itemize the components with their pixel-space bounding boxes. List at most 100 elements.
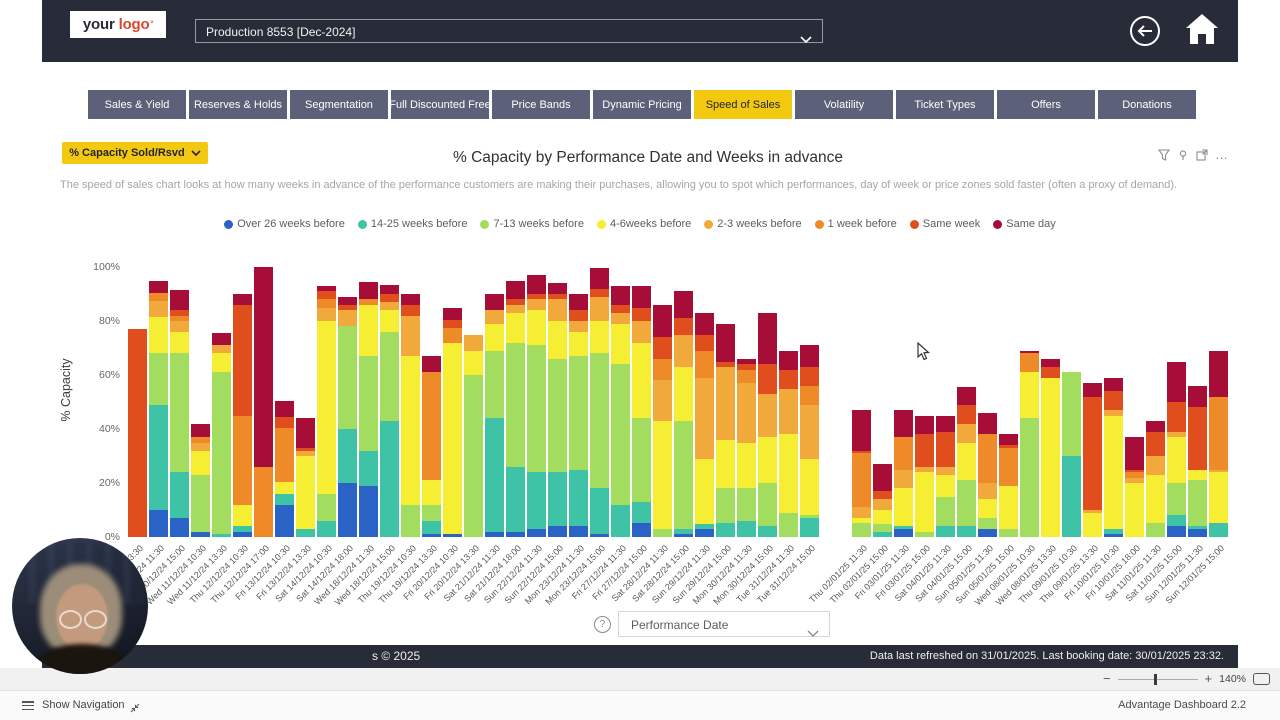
show-navigation-button[interactable]: Show Navigation bbox=[42, 699, 125, 711]
hamburger-menu-icon[interactable] bbox=[22, 701, 34, 710]
bar[interactable] bbox=[779, 351, 798, 537]
bar[interactable] bbox=[317, 286, 336, 537]
bar[interactable] bbox=[296, 418, 315, 537]
tab-segmentation[interactable]: Segmentation bbox=[290, 90, 388, 119]
bar[interactable] bbox=[873, 464, 892, 537]
back-button[interactable] bbox=[1130, 16, 1160, 46]
bar[interactable] bbox=[999, 434, 1018, 537]
bar[interactable] bbox=[1146, 421, 1165, 537]
bar[interactable] bbox=[380, 285, 399, 537]
tab-offers[interactable]: Offers bbox=[997, 90, 1095, 119]
bar[interactable] bbox=[128, 329, 147, 537]
bar[interactable] bbox=[149, 281, 168, 538]
bar[interactable] bbox=[1041, 359, 1060, 537]
bar-segment bbox=[170, 321, 189, 332]
legend-item[interactable]: 1 week before bbox=[815, 218, 897, 230]
bar[interactable] bbox=[894, 410, 913, 537]
bar-segment bbox=[1020, 353, 1039, 372]
bar[interactable] bbox=[590, 268, 609, 537]
bar-segment bbox=[758, 394, 777, 437]
bar[interactable] bbox=[852, 410, 871, 537]
bar[interactable] bbox=[359, 282, 378, 537]
fit-to-page-icon[interactable] bbox=[1253, 673, 1270, 685]
bar[interactable] bbox=[695, 313, 714, 537]
bar-segment bbox=[170, 332, 189, 354]
bar[interactable] bbox=[233, 294, 252, 537]
legend-item[interactable]: Same week bbox=[910, 218, 980, 230]
zoom-out-button[interactable]: − bbox=[1103, 674, 1111, 684]
bar[interactable] bbox=[978, 413, 997, 537]
bar-segment bbox=[737, 443, 756, 489]
bar[interactable] bbox=[1062, 372, 1081, 537]
production-dropdown[interactable]: Production 8553 [Dec-2024] bbox=[195, 19, 823, 43]
legend-item[interactable]: Over 26 weeks before bbox=[224, 218, 345, 230]
tab-donations[interactable]: Donations bbox=[1098, 90, 1196, 119]
bar[interactable] bbox=[275, 401, 294, 537]
bar[interactable] bbox=[191, 424, 210, 537]
more-options-icon[interactable]: … bbox=[1215, 152, 1228, 158]
bar[interactable] bbox=[338, 297, 357, 537]
zoom-in-button[interactable]: + bbox=[1205, 674, 1213, 684]
bar[interactable] bbox=[443, 308, 462, 538]
bar[interactable] bbox=[170, 290, 189, 537]
bar[interactable] bbox=[1167, 362, 1186, 538]
bar[interactable] bbox=[1020, 351, 1039, 537]
bar[interactable] bbox=[569, 294, 588, 537]
bar[interactable] bbox=[611, 286, 630, 537]
legend-item[interactable]: Same day bbox=[993, 218, 1056, 230]
measure-selector-button[interactable]: % Capacity Sold/Rsvd bbox=[62, 142, 208, 164]
bar-segment bbox=[695, 313, 714, 335]
legend-item[interactable]: 14-25 weeks before bbox=[358, 218, 468, 230]
tab-volatility[interactable]: Volatility bbox=[795, 90, 893, 119]
collapse-icon[interactable] bbox=[130, 700, 140, 718]
help-icon[interactable]: ? bbox=[594, 616, 611, 633]
bar[interactable] bbox=[485, 294, 504, 537]
bar[interactable] bbox=[800, 345, 819, 537]
bar[interactable] bbox=[632, 286, 651, 537]
zoom-slider-handle[interactable] bbox=[1154, 674, 1157, 685]
bar-segment bbox=[380, 285, 399, 294]
bar[interactable] bbox=[653, 305, 672, 537]
bar[interactable] bbox=[254, 267, 273, 537]
tab-ticket-types[interactable]: Ticket Types bbox=[896, 90, 994, 119]
pin-icon[interactable] bbox=[1177, 149, 1189, 161]
filter-icon[interactable] bbox=[1158, 149, 1170, 161]
bar[interactable] bbox=[716, 324, 735, 537]
tab-dynamic-pricing[interactable]: Dynamic Pricing bbox=[593, 90, 691, 119]
bar-segment bbox=[1104, 391, 1123, 410]
popout-icon[interactable] bbox=[1196, 149, 1208, 161]
bar[interactable] bbox=[1125, 437, 1144, 537]
performance-date-dropdown[interactable]: Performance Date bbox=[618, 611, 830, 637]
bar[interactable] bbox=[957, 387, 976, 537]
bar[interactable] bbox=[1188, 386, 1207, 537]
bar[interactable] bbox=[674, 291, 693, 537]
bar[interactable] bbox=[464, 335, 483, 538]
legend-item[interactable]: 7-13 weeks before bbox=[480, 218, 584, 230]
tab-full-discounted-free[interactable]: Full Discounted Free bbox=[391, 90, 489, 119]
tab-reserves-holds[interactable]: Reserves & Holds bbox=[189, 90, 287, 119]
bar-segment bbox=[873, 524, 892, 532]
bar[interactable] bbox=[915, 416, 934, 538]
bar[interactable] bbox=[527, 275, 546, 537]
bar[interactable] bbox=[1104, 378, 1123, 537]
bar[interactable] bbox=[936, 416, 955, 538]
bar[interactable] bbox=[212, 333, 231, 537]
tab-speed-of-sales[interactable]: Speed of Sales bbox=[694, 90, 792, 119]
bar[interactable] bbox=[1209, 351, 1228, 537]
bar[interactable] bbox=[506, 281, 525, 538]
home-button[interactable] bbox=[1184, 12, 1220, 51]
legend-item[interactable]: 4-6weeks before bbox=[597, 218, 691, 230]
legend-item[interactable]: 2-3 weeks before bbox=[704, 218, 801, 230]
tab-sales-yield[interactable]: Sales & Yield bbox=[88, 90, 186, 119]
bar-segment bbox=[737, 488, 756, 520]
bar[interactable] bbox=[548, 283, 567, 537]
zoom-slider[interactable] bbox=[1118, 679, 1198, 680]
top-header: your logo ° Production 8553 [Dec-2024] bbox=[42, 0, 1238, 62]
bar-segment bbox=[233, 505, 252, 527]
bar[interactable] bbox=[737, 359, 756, 537]
bar[interactable] bbox=[422, 356, 441, 537]
bar[interactable] bbox=[401, 294, 420, 537]
bar[interactable] bbox=[758, 313, 777, 537]
bar[interactable] bbox=[1083, 383, 1102, 537]
tab-price-bands[interactable]: Price Bands bbox=[492, 90, 590, 119]
